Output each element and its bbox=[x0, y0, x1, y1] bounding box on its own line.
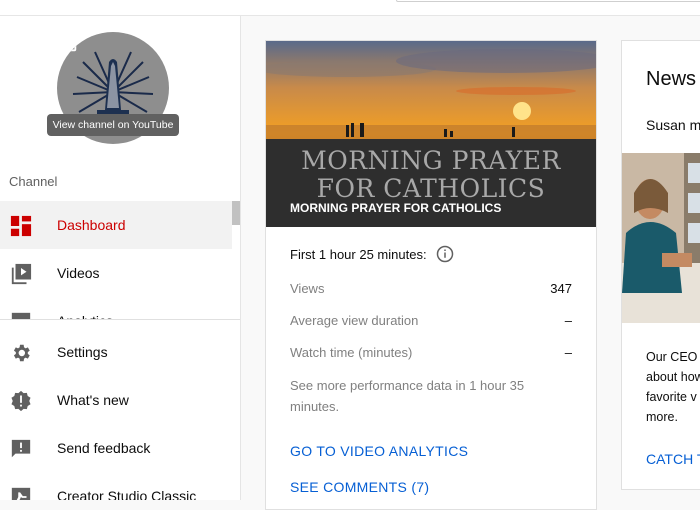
channel-section-label: Channel bbox=[9, 174, 58, 189]
news-card: News Susan m Our CEO about how favorite … bbox=[621, 40, 700, 490]
sidebar-item-creator-studio-classic[interactable]: Creator Studio Classic bbox=[0, 472, 232, 500]
open-external-icon bbox=[59, 34, 77, 52]
person-photo-image bbox=[622, 153, 700, 323]
thumbnail-title-line: MORNING PRAYER bbox=[301, 146, 561, 175]
thumbnail-title-line: FOR CATHOLICS bbox=[316, 174, 546, 203]
top-bar bbox=[0, 0, 700, 16]
badge-alert-icon bbox=[11, 390, 31, 412]
news-photo[interactable] bbox=[622, 153, 700, 323]
news-body-line: Our CEO bbox=[646, 350, 698, 364]
video-thumbnail[interactable]: MORNING PRAYER FOR CATHOLICS MORNING PRA… bbox=[266, 41, 596, 227]
view-channel-tooltip: View channel on YouTube bbox=[47, 114, 179, 136]
news-body: Our CEO about how favorite v more. bbox=[646, 347, 700, 427]
classic-studio-icon bbox=[11, 487, 31, 500]
sidebar-item-settings[interactable]: Settings bbox=[0, 328, 232, 376]
sidebar-item-label: Send feedback bbox=[57, 440, 151, 456]
feedback-icon bbox=[11, 439, 31, 458]
sidebar-item-label: What's new bbox=[57, 392, 129, 408]
sidebar-item-label: Creator Studio Classic bbox=[57, 488, 197, 500]
search-box[interactable] bbox=[396, 0, 700, 2]
metric-value-avg-duration: – bbox=[564, 313, 572, 328]
sidebar-item-label: Videos bbox=[57, 265, 100, 281]
performance-period: First 1 hour 25 minutes: bbox=[290, 247, 427, 262]
sidebar: View channel on YouTube Channel Dashboar… bbox=[0, 16, 241, 500]
sidebar-bottom-panel: Settings What's new Send feedback Creato… bbox=[0, 320, 240, 500]
sidebar-item-label: Dashboard bbox=[57, 217, 126, 233]
video-title[interactable]: MORNING PRAYER FOR CATHOLICS bbox=[290, 201, 501, 215]
metric-value-watch-time: – bbox=[564, 345, 572, 360]
gear-icon bbox=[13, 344, 30, 362]
news-body-line: favorite v bbox=[646, 390, 697, 404]
metric-label-watch-time: Watch time (minutes) bbox=[290, 345, 413, 360]
see-comments-link[interactable]: SEE COMMENTS (7) bbox=[290, 479, 429, 495]
more-data-note: See more performance data in 1 hour 35 m… bbox=[290, 378, 525, 414]
info-icon[interactable] bbox=[436, 245, 454, 263]
dashboard-icon bbox=[10, 215, 32, 237]
sidebar-item-send-feedback[interactable]: Send feedback bbox=[0, 424, 232, 472]
sidebar-item-dashboard[interactable]: Dashboard bbox=[0, 201, 232, 249]
metric-label-avg-duration: Average view duration bbox=[290, 313, 419, 328]
videos-icon bbox=[11, 263, 32, 285]
latest-video-card: MORNING PRAYER FOR CATHOLICS MORNING PRA… bbox=[265, 40, 597, 510]
sidebar-item-label: Settings bbox=[57, 344, 108, 360]
metric-value-views: 347 bbox=[550, 281, 572, 296]
sidebar-scrollbar[interactable] bbox=[232, 201, 240, 225]
news-catch-up-link[interactable]: CATCH T bbox=[646, 451, 700, 467]
go-to-video-analytics-link[interactable]: GO TO VIDEO ANALYTICS bbox=[290, 443, 468, 459]
news-body-line: more. bbox=[646, 410, 678, 424]
sidebar-item-whats-new[interactable]: What's new bbox=[0, 376, 232, 424]
news-body-line: about how bbox=[646, 370, 700, 384]
thumbnail-overlay-title: MORNING PRAYER FOR CATHOLICS bbox=[266, 147, 596, 203]
metric-label-views: Views bbox=[290, 281, 325, 296]
news-title: News bbox=[646, 68, 697, 90]
sidebar-item-videos[interactable]: Videos bbox=[0, 249, 232, 297]
news-subtitle: Susan m bbox=[646, 117, 700, 133]
